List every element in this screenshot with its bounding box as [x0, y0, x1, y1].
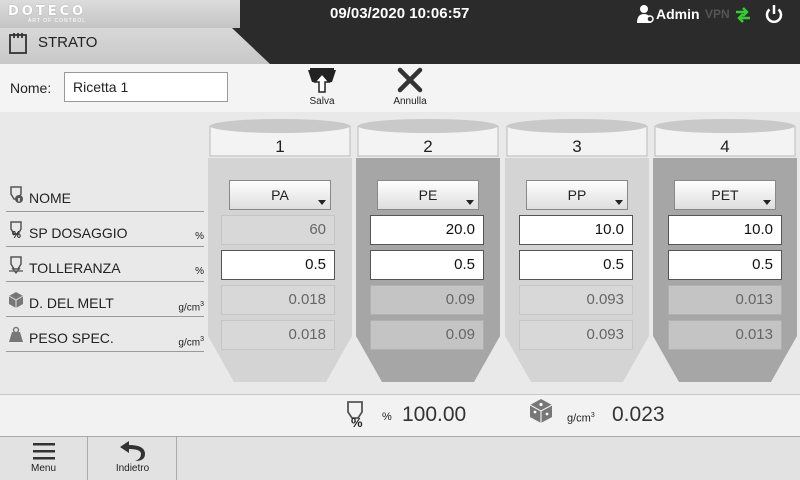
peso-value-1: 0.018: [221, 320, 335, 350]
unit-exponent: 3: [590, 412, 595, 419]
dropdown-arrow-icon: [318, 200, 326, 205]
hopper-number: 3: [572, 137, 582, 156]
name-label: Nome:: [10, 80, 52, 96]
dosaggio-value-1: 60: [221, 215, 335, 245]
power-icon[interactable]: [763, 3, 785, 25]
total-density-unit: g/cm3: [567, 412, 595, 425]
row-unit: g/cm3: [178, 301, 204, 313]
vpn-indicator: VPN: [705, 7, 730, 21]
hopper-info-icon: [10, 186, 23, 203]
tolleranza-input-1[interactable]: 0.5: [221, 250, 335, 280]
row-label-dosaggio: % SP DOSAGGIO %: [6, 217, 204, 247]
row-label-tolleranza: TOLLERANZA %: [6, 252, 204, 282]
material-select-4[interactable]: PET: [674, 180, 776, 210]
cube-icon: [529, 399, 553, 423]
tolleranza-input-4[interactable]: 0.5: [668, 250, 782, 280]
melt-value-3: 0.093: [519, 285, 633, 315]
tolleranza-input-3[interactable]: 0.5: [519, 250, 633, 280]
recipe-name-input[interactable]: Ricetta 1: [64, 72, 228, 102]
hamburger-icon: [32, 443, 55, 460]
dosaggio-input-4[interactable]: 10.0: [668, 215, 782, 245]
tolleranza-input-2[interactable]: 0.5: [370, 250, 484, 280]
hopper-number: 4: [720, 137, 730, 156]
material-value: PA: [271, 187, 289, 203]
notepad-icon: [9, 33, 27, 54]
unit-base: g/cm: [178, 337, 201, 349]
row-unit: g/cm3: [178, 336, 204, 348]
menu-label: Menu: [30, 463, 56, 474]
material-select-1[interactable]: PA: [229, 180, 331, 210]
close-icon: [397, 67, 423, 93]
material-value: PE: [418, 187, 438, 203]
svg-text:%: %: [12, 230, 21, 239]
total-percent-value: 100.00: [402, 403, 467, 426]
back-label: Indietro: [115, 463, 150, 474]
peso-value-2: 0.09: [370, 320, 484, 350]
unit-base: g/cm: [567, 412, 591, 425]
hopper-percent-icon: %: [347, 401, 363, 428]
save-icon: [308, 68, 336, 93]
svg-text:%: %: [351, 415, 363, 428]
material-value: PET: [711, 187, 739, 203]
melt-value-1: 0.018: [221, 285, 335, 315]
row-unit: %: [195, 266, 204, 277]
user-name[interactable]: Admin: [656, 6, 700, 22]
material-value: PP: [567, 187, 587, 203]
row-label-text: TOLLERANZA: [29, 260, 121, 276]
row-label-text: SP DOSAGGIO: [29, 225, 128, 241]
total-density-value: 0.023: [612, 403, 665, 426]
logo: DOTECO: [8, 4, 87, 19]
peso-value-4: 0.013: [668, 320, 782, 350]
cube-icon: [8, 292, 24, 308]
logo-subtitle: ART OF CONTROL: [28, 18, 86, 24]
page-title: STRATO: [38, 34, 98, 51]
dropdown-arrow-icon: [466, 200, 474, 205]
row-label-text: PESO SPEC.: [29, 330, 114, 346]
peso-value-3: 0.093: [519, 320, 633, 350]
hopper-percent-icon: %: [10, 221, 22, 239]
row-label-text: NOME: [29, 190, 71, 206]
weight-icon: [9, 326, 23, 342]
hopper-number: 1: [275, 137, 285, 156]
save-label: Salva: [309, 96, 335, 107]
user-icon[interactable]: [636, 4, 654, 24]
material-select-2[interactable]: PE: [377, 180, 479, 210]
unit-exponent: 3: [200, 336, 204, 343]
dosaggio-input-2[interactable]: 20.0: [370, 215, 484, 245]
material-select-3[interactable]: PP: [526, 180, 628, 210]
back-arrow-icon: [119, 441, 145, 461]
row-label-text: D. DEL MELT: [29, 295, 114, 311]
back-button[interactable]: Indietro: [89, 436, 177, 480]
row-label-nome: NOME: [6, 182, 204, 212]
sync-icon: [736, 7, 750, 23]
melt-value-4: 0.013: [668, 285, 782, 315]
totals-bar: [0, 394, 800, 436]
cancel-button[interactable]: Annulla: [382, 66, 438, 110]
row-unit: %: [195, 231, 204, 242]
row-label-melt: D. DEL MELT g/cm3: [6, 287, 204, 317]
dosaggio-input-3[interactable]: 10.0: [519, 215, 633, 245]
unit-base: g/cm: [178, 302, 201, 314]
row-label-peso: PESO SPEC. g/cm3: [6, 322, 204, 352]
datetime: 09/03/2020 10:06:57: [330, 5, 470, 22]
melt-value-2: 0.09: [370, 285, 484, 315]
dropdown-arrow-icon: [763, 200, 771, 205]
hopper-number: 2: [423, 137, 433, 156]
save-button[interactable]: Salva: [294, 66, 350, 110]
cancel-label: Annulla: [393, 96, 427, 107]
unit-exponent: 3: [200, 301, 204, 308]
logo-area: DOTECO ART OF CONTROL: [0, 0, 240, 28]
menu-button[interactable]: Menu: [0, 436, 88, 480]
hopper-tolerance-icon: [9, 256, 23, 274]
dropdown-arrow-icon: [615, 200, 623, 205]
total-percent-unit: %: [382, 411, 392, 423]
